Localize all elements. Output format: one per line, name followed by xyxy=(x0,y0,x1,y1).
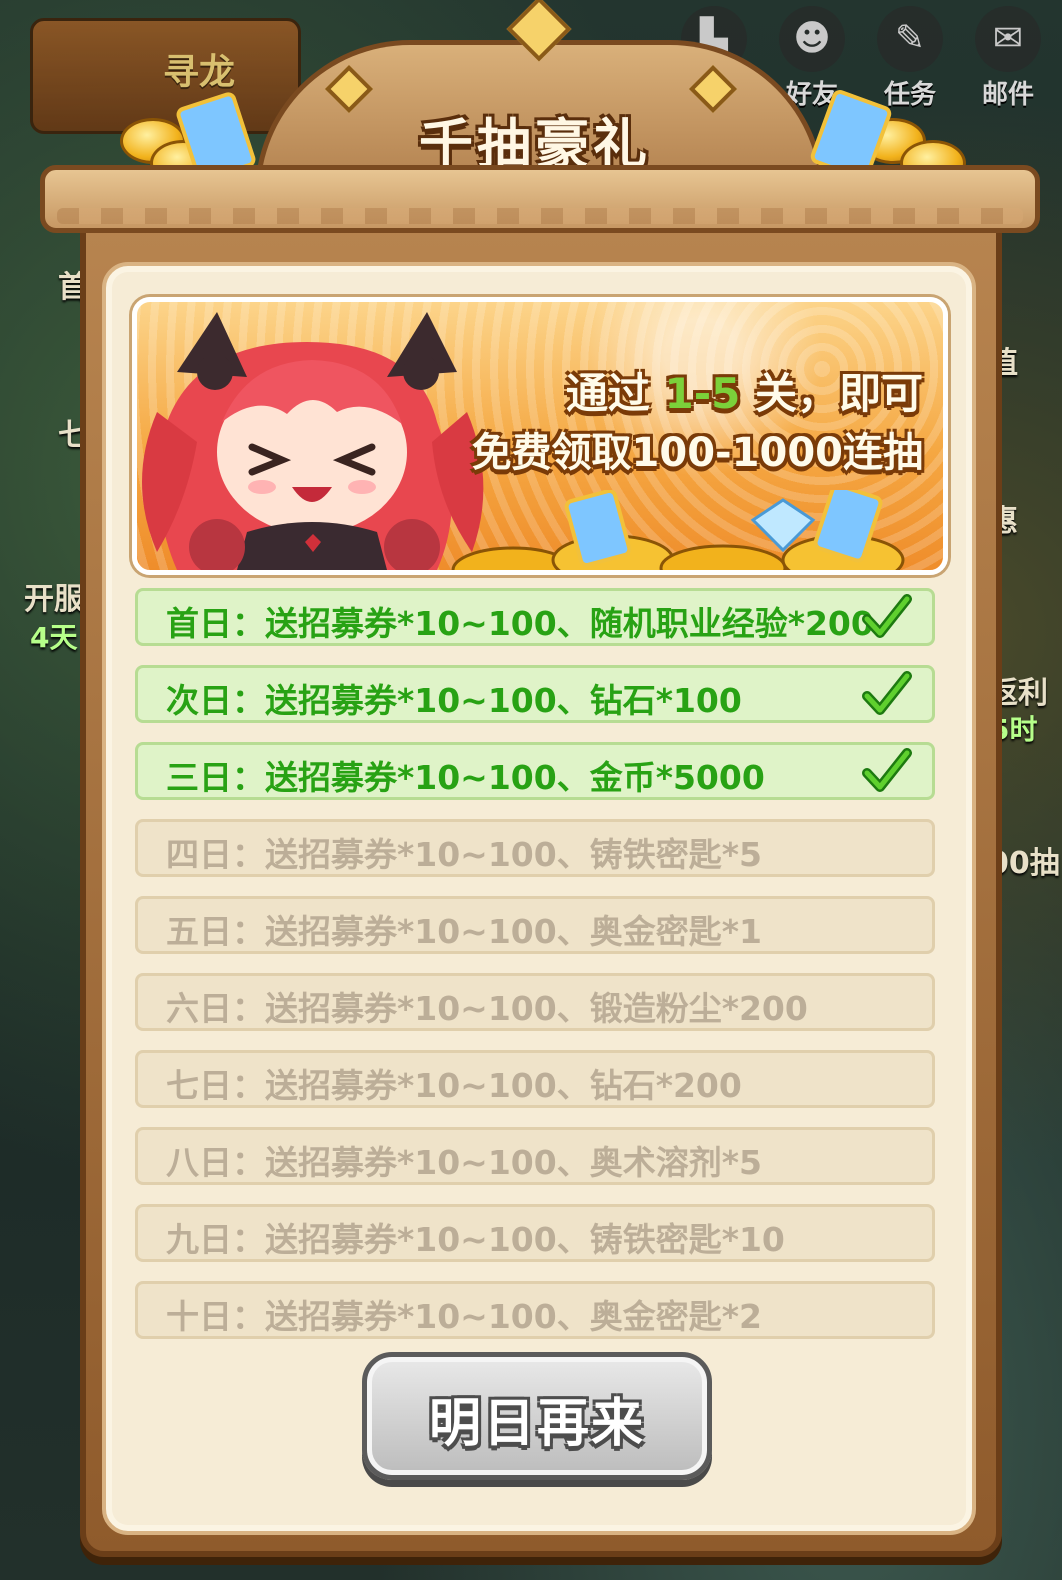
reward-row: 三日：送招募券*10~100、金币*5000 xyxy=(135,742,935,800)
reward-row: 九日：送招募券*10~100、铸铁密匙*10 xyxy=(135,1204,935,1262)
reward-row-text: 八日：送招募券*10~100、奥术溶剂*5 xyxy=(166,1143,762,1182)
banner-stage-range: 1-5 xyxy=(664,369,741,418)
reward-row-text: 九日：送招募券*10~100、铸铁密匙*10 xyxy=(166,1220,785,1259)
reward-row-text: 次日：送招募券*10~100、钻石*100 xyxy=(166,681,742,720)
reward-row: 八日：送招募券*10~100、奥术溶剂*5 xyxy=(135,1127,935,1185)
reward-row-text: 三日：送招募券*10~100、金币*5000 xyxy=(166,758,765,797)
reward-row: 五日：送招募券*10~100、奥金密匙*1 xyxy=(135,896,935,954)
reward-row-text: 首日：送招募券*10~100、随机职业经验*200 xyxy=(166,604,874,643)
coin-pile-illustration xyxy=(451,490,905,570)
daily-reward-list: 首日：送招募券*10~100、随机职业经验*200 次日：送招募券*10~100、… xyxy=(135,588,935,1358)
claimed-check-icon xyxy=(862,594,912,638)
claimed-check-icon xyxy=(862,748,912,792)
claimed-check-icon xyxy=(862,671,912,715)
reward-row-text: 七日：送招募券*10~100、钻石*200 xyxy=(166,1066,742,1105)
banner-line-1-prefix: 通过 xyxy=(565,369,650,418)
reward-row: 四日：送招募券*10~100、铸铁密匙*5 xyxy=(135,819,935,877)
come-back-tomorrow-button[interactable]: 明日再来 xyxy=(362,1352,712,1480)
modal-roof-bar xyxy=(40,165,1040,233)
promo-banner: 通过 1-5 关，即可 免费领取100-1000连抽 xyxy=(132,297,948,575)
reward-row: 十日：送招募券*10~100、奥金密匙*2 xyxy=(135,1281,935,1339)
reward-row-text: 五日：送招募券*10~100、奥金密匙*1 xyxy=(166,912,762,951)
reward-row-text: 十日：送招募券*10~100、奥金密匙*2 xyxy=(166,1297,762,1336)
thousand-draw-gift-modal: 千抽豪礼 通过 1-5 关，即可 免费领取100-1000连抽 首日：送招募券*… xyxy=(40,0,1040,1580)
reward-row: 次日：送招募券*10~100、钻石*100 xyxy=(135,665,935,723)
button-label: 明日再来 xyxy=(428,1394,645,1454)
banner-line-2: 免费领取100-1000连抽 xyxy=(471,430,923,476)
reward-row: 首日：送招募券*10~100、随机职业经验*200 xyxy=(135,588,935,646)
reward-row: 六日：送招募券*10~100、锻造粉尘*200 xyxy=(135,973,935,1031)
banner-line-1: 通过 1-5 关，即可 xyxy=(566,360,923,421)
reward-row: 七日：送招募券*10~100、钻石*200 xyxy=(135,1050,935,1108)
reward-row-text: 六日：送招募券*10~100、锻造粉尘*200 xyxy=(166,989,808,1028)
reward-row-text: 四日：送招募券*10~100、铸铁密匙*5 xyxy=(166,835,762,874)
banner-line-1-suffix: 关，即可 xyxy=(754,369,923,418)
